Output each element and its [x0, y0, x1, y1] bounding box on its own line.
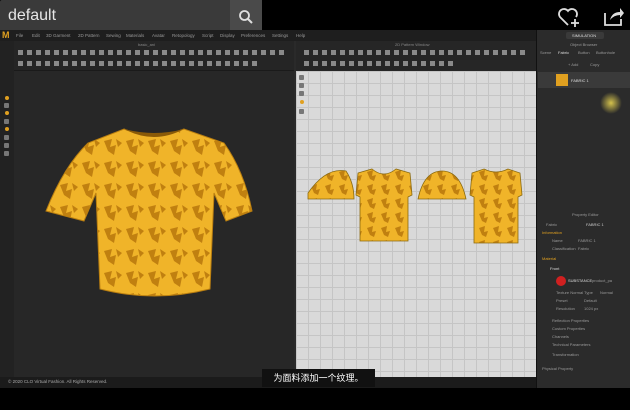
section-channels[interactable]: Channels	[552, 334, 569, 339]
mat-texture-normal-label: Texture Normal Type	[556, 290, 593, 295]
tab-button[interactable]: Button	[578, 50, 590, 55]
tool-icon[interactable]	[4, 135, 9, 140]
mat-resolution-label: Resolution	[556, 306, 575, 311]
cursor-highlight	[600, 92, 622, 114]
simulation-label: SIMULATION	[572, 33, 597, 38]
video-subtitle: 为面料添加一个纹理。	[262, 369, 375, 387]
tool-icon[interactable]	[4, 103, 9, 108]
substance-value[interactable]: product_pa	[592, 278, 612, 283]
tab-buttonhole[interactable]: Buttonhole	[596, 50, 615, 55]
menu-display[interactable]: Display	[220, 33, 235, 38]
section-transformation[interactable]: Transformation	[552, 352, 579, 357]
substance-label: SUBSTANCE	[568, 278, 593, 283]
sleeve-left-piece	[307, 170, 355, 200]
menu-file[interactable]: File	[16, 33, 23, 38]
section-reflection[interactable]: Reflection Properties	[552, 318, 589, 323]
menu-edit[interactable]: Edit	[32, 33, 40, 38]
section-information[interactable]: Information	[542, 230, 562, 235]
section-physical[interactable]: Physical Property	[542, 366, 573, 371]
fabric-item-name: FABRIC 1	[571, 78, 589, 83]
tool-icon[interactable]	[5, 96, 9, 100]
substance-icon	[556, 276, 566, 286]
menu-materials[interactable]: Materials	[126, 33, 144, 38]
tab-scene[interactable]: Scene	[540, 50, 551, 55]
mat-resolution-value[interactable]: 1024 px	[584, 306, 598, 311]
favorite-add-icon[interactable]	[557, 6, 581, 28]
section-material[interactable]: Material	[542, 256, 556, 261]
tool-icon[interactable]	[299, 83, 304, 88]
share-icon[interactable]	[603, 7, 625, 27]
info-classification-label: Classification	[552, 246, 576, 251]
tab-fabric[interactable]: Fabric	[558, 50, 569, 55]
menu-help[interactable]: Help	[296, 33, 305, 38]
view-3d-title: basic_ani	[138, 42, 155, 47]
top-actions	[555, 4, 630, 32]
search-button[interactable]	[230, 0, 262, 34]
clo-logo: M	[2, 30, 10, 40]
fabric-thumbnail	[556, 74, 568, 86]
property-editor-title: Property Editor	[572, 212, 599, 217]
tool-icon[interactable]	[299, 75, 304, 80]
mat-preset-value[interactable]: Default	[584, 298, 597, 303]
fabric-field-label: Fabric	[546, 222, 558, 227]
tool-icon[interactable]	[299, 91, 304, 96]
view-2d-title: 2D Pattern Window	[395, 42, 430, 47]
tool-icon[interactable]	[4, 151, 9, 156]
info-name-value[interactable]: FABRIC 1	[578, 238, 596, 243]
2d-pattern-view[interactable]	[296, 71, 536, 377]
sleeve-right-piece	[417, 170, 467, 200]
copy-button[interactable]: Copy	[590, 62, 599, 67]
left-tool-strip	[0, 41, 14, 388]
back-piece	[469, 168, 523, 244]
3d-garment-view[interactable]	[14, 71, 294, 377]
mat-texture-normal-value[interactable]: Normal	[600, 290, 613, 295]
menu-settings[interactable]: Settings	[272, 33, 288, 38]
info-classification-value[interactable]: Fabric	[578, 246, 589, 251]
tool-icon[interactable]	[5, 111, 9, 115]
search-icon	[239, 10, 253, 24]
pattern-pieces	[307, 168, 523, 244]
tool-icon[interactable]	[300, 100, 304, 104]
menu-avatar[interactable]: Avatar	[152, 33, 165, 38]
menu-3d-garment[interactable]: 3D Garment	[46, 33, 71, 38]
menu-script[interactable]: Script	[202, 33, 214, 38]
menu-retopology[interactable]: Retopology	[172, 33, 195, 38]
menu-preferences[interactable]: Preferences	[241, 33, 265, 38]
menu-sewing[interactable]: Sewing	[106, 33, 121, 38]
bottom-bar	[0, 388, 630, 410]
copyright-text: © 2020 CLO Virtual Fashion. All Rights R…	[8, 379, 108, 384]
mat-preset-label: Preset	[556, 298, 568, 303]
tool-icon[interactable]	[4, 143, 9, 148]
object-browser-title: Object Browser	[570, 42, 598, 47]
tool-icon[interactable]	[299, 109, 304, 114]
section-technical[interactable]: Technical Parameters	[552, 342, 590, 347]
tool-icon[interactable]	[4, 119, 9, 124]
info-name-label: Name	[552, 238, 563, 243]
fabric-field-value[interactable]: FABRIC 1	[586, 222, 604, 227]
add-button[interactable]: + Add	[568, 62, 578, 67]
pattern-side-tools	[297, 73, 307, 123]
tool-icon[interactable]	[5, 127, 9, 131]
tshirt-3d-model	[45, 128, 253, 297]
tab-front[interactable]: Front	[550, 266, 559, 271]
menu-2d-pattern[interactable]: 2D Pattern	[78, 33, 100, 38]
section-custom[interactable]: Custom Properties	[552, 326, 585, 331]
front-piece	[355, 168, 413, 242]
search-query[interactable]: default	[8, 7, 56, 25]
